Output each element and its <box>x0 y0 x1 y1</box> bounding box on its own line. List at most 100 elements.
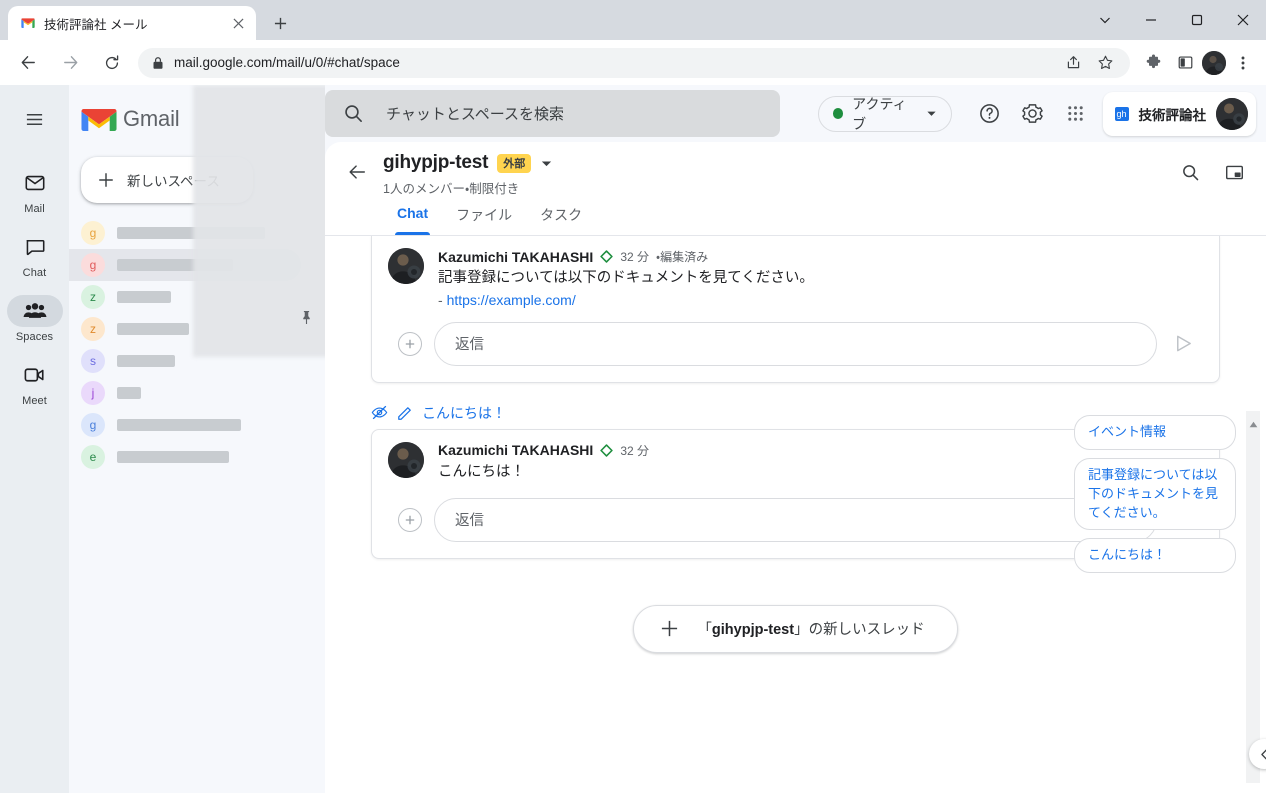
account-button[interactable]: gh 技術評論社 <box>1102 91 1257 136</box>
back-icon[interactable] <box>13 48 43 78</box>
space-avatar: j <box>81 381 105 405</box>
status-dot-icon <box>832 108 844 119</box>
space-list-item[interactable]: s <box>69 345 325 377</box>
avatar <box>388 248 424 284</box>
rail-label: Chat <box>22 267 47 279</box>
vertical-scrollbar[interactable] <box>1246 411 1260 783</box>
spaces-sidebar: Gmail 新しいスペース ggzzsjge <box>69 85 347 793</box>
tab-タスク[interactable]: タスク <box>526 205 596 235</box>
link-prefix: - <box>438 291 447 308</box>
arrow-left-icon[interactable] <box>339 154 375 190</box>
suggestion-chips: イベント情報記事登録については以下のドキュメントを見てください。こんにちは！ <box>1074 415 1236 574</box>
space-list-item[interactable]: e <box>69 441 325 473</box>
space-list-item[interactable]: z <box>69 313 325 345</box>
space-list-item[interactable]: g <box>69 217 325 249</box>
tab-search-chevron-down-icon[interactable] <box>1082 0 1128 40</box>
close-window-button[interactable] <box>1220 0 1266 40</box>
space-list-item[interactable]: z <box>69 281 325 313</box>
message-author: Kazumichi TAKAHASHI <box>438 248 594 265</box>
suggestion-chip[interactable]: こんにちは！ <box>1074 538 1236 574</box>
space-name-redacted <box>117 355 175 367</box>
rail-item-spaces[interactable]: Spaces <box>6 295 63 343</box>
message-edited: ・編集済み <box>656 250 709 264</box>
omnibox-actions <box>1058 48 1120 78</box>
message-time: 32 分 <box>620 250 649 264</box>
browser-tab[interactable]: 技術評論社 メール <box>8 6 256 40</box>
apps-grid-icon[interactable] <box>1058 96 1093 132</box>
side-panel-icon[interactable] <box>1170 48 1200 78</box>
send-arrow-icon[interactable] <box>1169 330 1197 358</box>
profile-avatar[interactable] <box>1202 50 1226 75</box>
selection-text: こんにちは！ <box>422 404 506 421</box>
plus-circle-icon[interactable] <box>398 507 422 532</box>
share-icon[interactable] <box>1058 48 1088 78</box>
open-in-window-icon[interactable] <box>1216 154 1252 190</box>
space-name-redacted <box>117 451 229 463</box>
org-mark-icon: gh <box>1114 106 1129 121</box>
rail-label: Spaces <box>15 331 54 343</box>
eye-off-icon[interactable] <box>371 404 388 421</box>
gear-icon[interactable] <box>1015 96 1050 132</box>
hamburger-icon[interactable] <box>13 97 57 141</box>
triangle-up-icon[interactable] <box>1249 415 1258 428</box>
rail-item-chat[interactable]: Chat <box>7 231 63 279</box>
green-diamond-icon <box>600 250 613 263</box>
suggestion-chip[interactable]: イベント情報 <box>1074 415 1236 450</box>
space-subtitle: 1人のメンバー・制限付き <box>383 182 520 196</box>
pencil-icon[interactable] <box>397 405 413 421</box>
space-list-item[interactable]: g <box>69 409 325 441</box>
window-controls <box>1082 0 1266 40</box>
close-icon[interactable] <box>228 13 248 33</box>
new-space-label: 新しいスペース <box>127 174 220 189</box>
address-bar[interactable]: mail.google.com/mail/u/0/#chat/space <box>138 47 1130 78</box>
space-avatar: z <box>81 317 105 341</box>
new-thread-button[interactable]: 「gihypjp-test」の新しいスレッド <box>633 604 958 653</box>
app-rail: Mail Chat Spaces Meet <box>0 85 69 793</box>
page-viewport: Mail Chat Spaces Meet Gmail 新しいスペース g g … <box>0 85 1266 793</box>
plus-circle-icon[interactable] <box>398 331 422 356</box>
gmail-logo: Gmail <box>69 99 325 139</box>
new-space-button[interactable]: 新しいスペース <box>81 157 253 203</box>
more-vertical-icon[interactable] <box>1228 48 1258 78</box>
forward-icon[interactable] <box>55 48 85 78</box>
presence-status-button[interactable]: アクティブ <box>817 95 953 132</box>
pin-icon[interactable] <box>300 310 313 330</box>
space-header: gihypjp-test 外部 1人のメンバー・制限付き Chat ファイル タ… <box>325 142 1266 236</box>
reload-icon[interactable] <box>97 48 127 78</box>
search-icon[interactable] <box>1172 154 1208 190</box>
tab-Chat[interactable]: Chat <box>383 205 442 235</box>
minimize-button[interactable] <box>1128 0 1174 40</box>
reply-input[interactable]: 返信 <box>434 497 1157 542</box>
chat-bubble-icon <box>7 231 63 263</box>
space-avatar: e <box>81 445 105 469</box>
browser-window: 技術評論社 メール mail.google.com/mail/u/0/#chat… <box>0 0 1266 793</box>
gmail-topbar: チャットとスペースを検索 アクティブ gh 技術評論社 <box>325 85 1266 142</box>
extensions-puzzle-icon[interactable] <box>1138 48 1168 78</box>
space-name-redacted <box>117 291 171 303</box>
new-thread-wrap: 「gihypjp-test」の新しいスレッド <box>351 604 1240 653</box>
space-name-redacted <box>117 387 141 399</box>
message-link[interactable]: https://example.com/ <box>447 292 576 308</box>
account-org: 技術評論社 <box>1138 107 1207 123</box>
account-avatar[interactable] <box>1216 97 1249 130</box>
new-thread-suffix: 」の新しいスレッド <box>794 622 925 638</box>
chevron-down-icon[interactable] <box>540 157 553 170</box>
new-tab-button[interactable] <box>266 9 294 37</box>
mail-icon <box>7 167 63 199</box>
rail-item-mail[interactable]: Mail <box>7 167 63 215</box>
message-author: Kazumichi TAKAHASHI <box>438 442 594 459</box>
reply-input[interactable]: 返信 <box>434 321 1157 366</box>
status-label: アクティブ <box>852 95 907 132</box>
space-list-item[interactable]: j <box>69 377 325 409</box>
tab-ファイル[interactable]: ファイル <box>442 205 526 235</box>
bookmark-star-icon[interactable] <box>1090 48 1120 78</box>
help-circle-icon[interactable] <box>972 96 1007 132</box>
space-avatar: g <box>81 221 105 245</box>
rail-item-meet[interactable]: Meet <box>7 359 63 407</box>
url-text: mail.google.com/mail/u/0/#chat/space <box>174 55 400 70</box>
space-list-item[interactable]: g <box>69 249 301 281</box>
search-input[interactable]: チャットとスペースを検索 <box>325 90 780 137</box>
page-title: gihypjp-test <box>383 152 489 173</box>
suggestion-chip[interactable]: 記事登録については以下のドキュメントを見てください。 <box>1074 457 1236 531</box>
maximize-button[interactable] <box>1174 0 1220 40</box>
